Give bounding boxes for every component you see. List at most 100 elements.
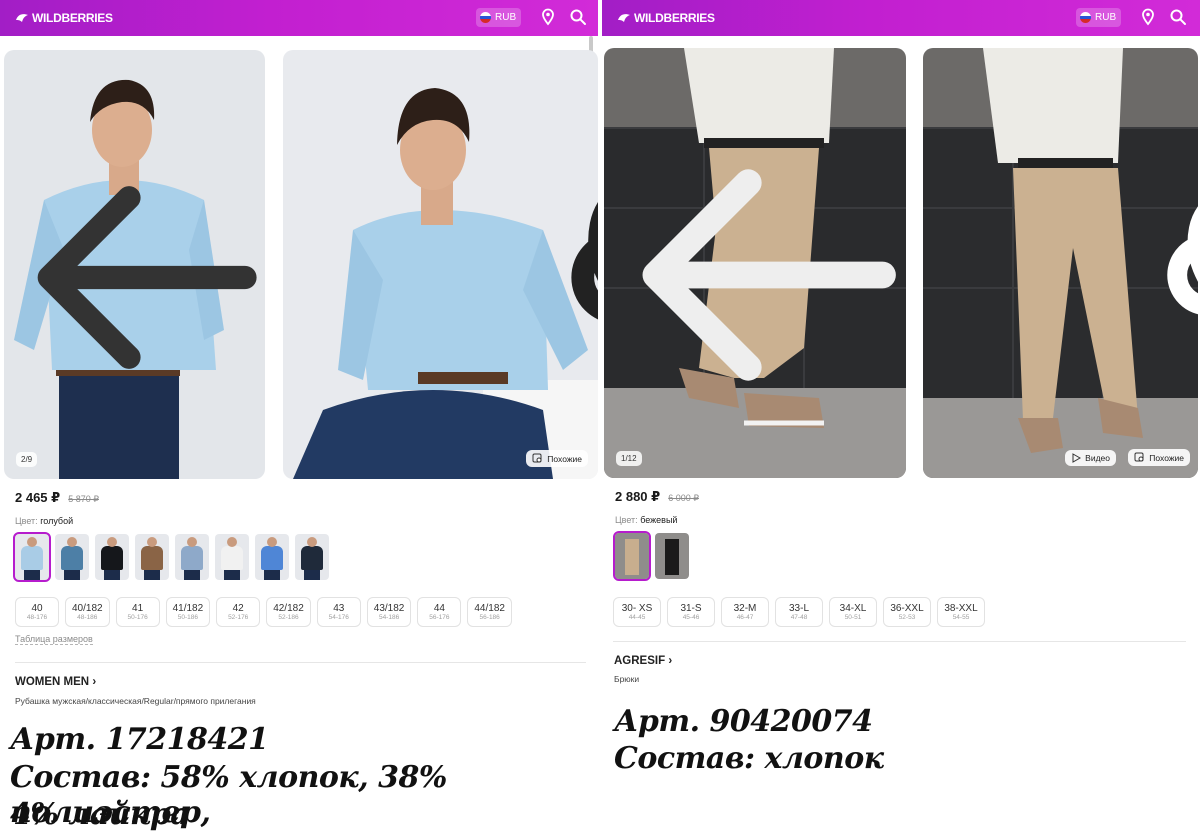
logo-bird-icon	[618, 14, 630, 22]
product-photo-2[interactable]: Похожие	[283, 50, 598, 479]
similar-label: Похожие	[547, 453, 582, 464]
size-option[interactable]: 32-M 46-47	[721, 597, 769, 627]
size-option[interactable]: 40 48-176	[15, 597, 59, 627]
size-hint: 50-186	[177, 613, 199, 621]
color-swatch[interactable]	[135, 534, 169, 580]
color-label: Цвет:	[615, 515, 638, 525]
wildberries-logo[interactable]: WILDBERRIES	[616, 8, 715, 28]
price-block: 2 880 ₽ 6 000 ₽	[615, 489, 699, 505]
size-option[interactable]: 42 52-176	[216, 597, 261, 627]
swatch-head	[187, 537, 197, 547]
location-pin-icon[interactable]	[1138, 7, 1158, 27]
size-label: 41/182	[172, 602, 204, 614]
size-label: 42/182	[273, 602, 304, 614]
top-bar: WILDBERRIES RUB	[602, 0, 1200, 36]
currency-selector[interactable]: RUB	[476, 8, 522, 27]
color-value: голубой	[40, 516, 74, 526]
back-arrow-icon[interactable]	[13, 63, 265, 479]
handwritten-composition-line-2: 4% лайкра	[10, 797, 190, 832]
color-line: Цвет: голубой	[15, 516, 73, 526]
size-label: 40	[31, 602, 43, 614]
logo-text: WILDBERRIES	[32, 11, 113, 25]
brand-name: WOMEN MEN	[15, 676, 90, 688]
brand-link[interactable]: AGRESIF ›	[614, 655, 672, 667]
size-option[interactable]: 31-S 45-46	[667, 597, 715, 627]
swatch-shirt	[61, 546, 83, 570]
back-arrow-icon[interactable]	[614, 60, 906, 478]
product-title: Брюки	[614, 674, 640, 684]
color-swatches	[613, 531, 689, 581]
size-option[interactable]: 41/182 50-186	[165, 597, 211, 627]
currency-selector[interactable]: RUB	[1076, 8, 1122, 27]
similar-button[interactable]: Похожие	[1128, 449, 1190, 466]
wildberries-logo[interactable]: WILDBERRIES	[14, 8, 113, 28]
swatch-shirt	[141, 546, 163, 570]
brand-link[interactable]: WOMEN MEN ›	[15, 676, 96, 688]
current-price: 2 880 ₽	[615, 489, 661, 504]
size-option[interactable]: 30- XS 44-45	[613, 597, 661, 627]
size-option[interactable]: 44 56-176	[417, 597, 462, 627]
handwritten-article-note: Арт. 90420074	[614, 704, 873, 739]
similar-button[interactable]: Похожие	[526, 450, 588, 467]
size-hint: 48-176	[26, 613, 48, 621]
size-label: 41	[132, 602, 144, 614]
swatch-head	[27, 537, 37, 547]
size-option[interactable]: 43/182 54-186	[366, 597, 412, 627]
left-product-screen: WILDBERRIES RUB 2/9 Похожие 2 465 ₽ 5 87…	[0, 0, 598, 838]
size-option[interactable]: 44/182 56-186	[467, 597, 512, 627]
search-icon[interactable]	[1168, 7, 1188, 27]
product-photo-1[interactable]: 1/12	[604, 48, 906, 478]
swatch-head	[147, 537, 157, 547]
product-photo-1[interactable]: 2/9	[4, 50, 265, 479]
right-product-screen: WILDBERRIES RUB 1/12 Видео Похожие 2 880…	[602, 0, 1200, 838]
color-swatch[interactable]	[613, 531, 651, 581]
color-swatch[interactable]	[13, 532, 51, 582]
color-label: Цвет:	[15, 516, 38, 526]
size-label: 40/182	[72, 602, 103, 614]
color-swatch[interactable]	[295, 534, 329, 580]
size-option[interactable]: 33-L 47-48	[775, 597, 823, 627]
similar-label: Похожие	[1149, 452, 1184, 463]
color-swatch[interactable]	[255, 534, 289, 580]
size-table-link[interactable]: Таблица размеров	[15, 634, 93, 645]
color-swatch[interactable]	[55, 534, 89, 580]
size-option[interactable]: 40/182 48-186	[65, 597, 110, 627]
handwritten-article-note: Арт. 17218421	[10, 722, 269, 757]
heart-favorite-icon[interactable]	[1169, 60, 1198, 478]
color-swatch[interactable]	[175, 534, 209, 580]
size-hint: 54-186	[378, 613, 400, 621]
size-option[interactable]: 36-XXL 52-53	[883, 597, 931, 627]
logo-text: WILDBERRIES	[634, 11, 715, 25]
search-icon[interactable]	[568, 7, 588, 27]
divider	[15, 662, 586, 663]
size-hint: 48-186	[77, 613, 98, 621]
chevron-right-icon: ›	[668, 655, 673, 667]
logo-bird-icon	[16, 14, 28, 22]
color-swatch[interactable]	[655, 533, 689, 579]
chevron-right-icon: ›	[92, 676, 97, 688]
size-label: 43	[333, 602, 345, 614]
price-block: 2 465 ₽ 5 870 ₽	[15, 490, 99, 506]
color-swatch[interactable]	[215, 534, 249, 580]
size-option[interactable]: 41 50-176	[115, 597, 160, 627]
swatch-pants	[665, 539, 679, 575]
color-swatch[interactable]	[95, 534, 129, 580]
location-pin-icon[interactable]	[538, 7, 558, 27]
size-option[interactable]: 38-XXL 54-55	[937, 597, 985, 627]
size-list: 30- XS 44-45 31-S 45-46 32-M 46-47 33-L 47-48 34…	[613, 597, 985, 627]
swatch-shirt	[181, 546, 203, 570]
size-option[interactable]: 34-XL 50-51	[829, 597, 877, 627]
heart-favorite-icon[interactable]	[567, 63, 598, 479]
russia-flag-icon	[1080, 12, 1091, 23]
size-option[interactable]: 42/182 52-186	[266, 597, 311, 627]
size-list: 40 48-176 40/182 48-186 41 50-176 41/182 50-186…	[15, 597, 512, 627]
play-icon	[1072, 453, 1082, 463]
color-value: бежевый	[640, 515, 678, 525]
size-hint: 46-47	[736, 613, 754, 621]
size-label: 32-M	[733, 602, 757, 614]
product-photo-2[interactable]: Видео Похожие	[923, 48, 1198, 478]
size-option[interactable]: 43 54-176	[316, 597, 361, 627]
handwritten-composition-note: Состав: хлопок	[614, 741, 884, 776]
video-button[interactable]: Видео	[1065, 450, 1116, 466]
size-hint: 56-186	[479, 613, 500, 621]
